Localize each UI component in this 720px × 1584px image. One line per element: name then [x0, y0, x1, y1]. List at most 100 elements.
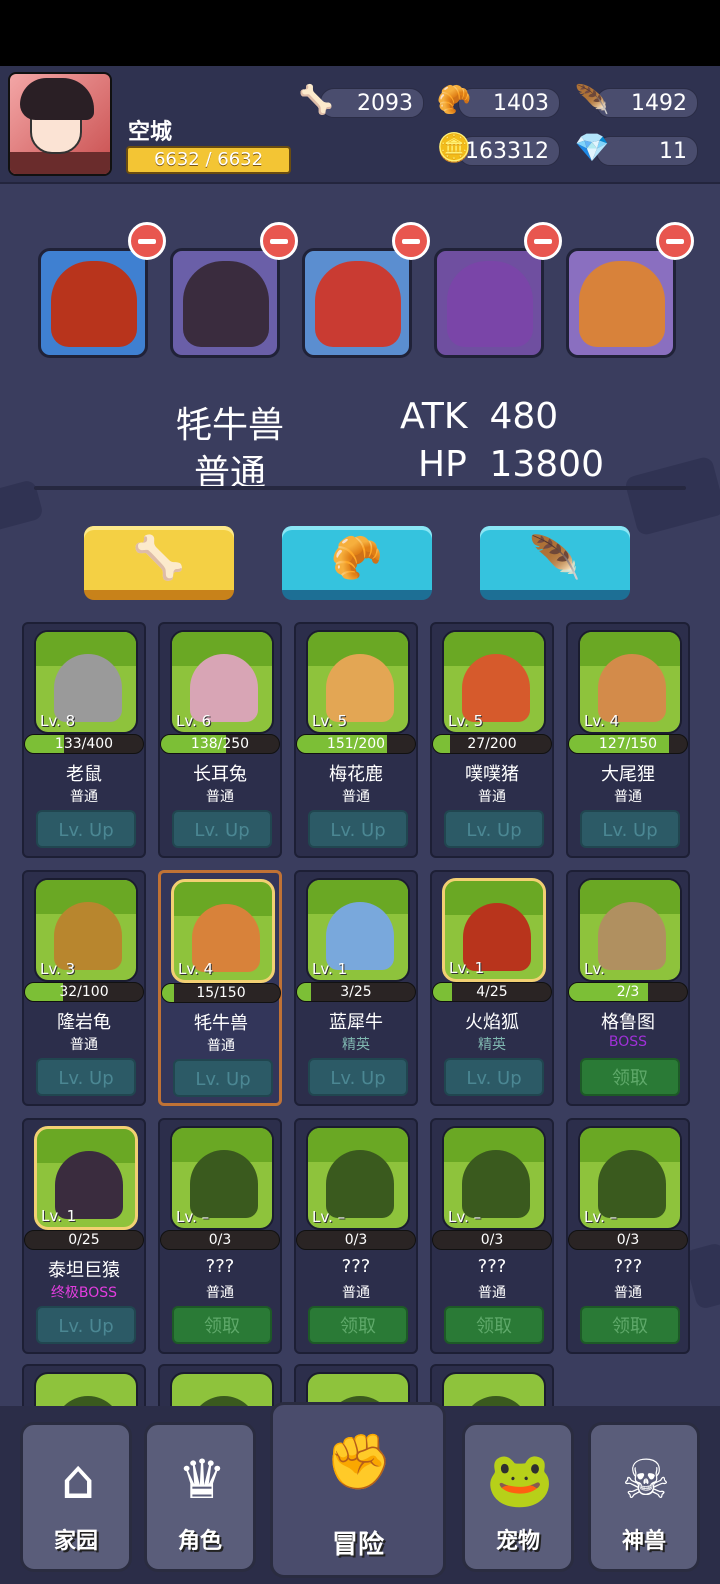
- bone-resource: 2093: [320, 88, 424, 118]
- pet-card[interactable]: Lv. 5 151/200 梅花鹿 普通 Lv. Up: [294, 622, 418, 858]
- feed-bone-button[interactable]: 🦴: [84, 526, 234, 600]
- pet-card[interactable]: Lv. 2/3 格鲁图 BOSS 领取: [566, 870, 690, 1106]
- remove-titan-ape-button[interactable]: [260, 222, 298, 260]
- pet-progress-bar: 27/200: [432, 734, 552, 754]
- remove-fire-fox-button[interactable]: [128, 222, 166, 260]
- feed-wing-button[interactable]: 🪶: [480, 526, 630, 600]
- pet-card[interactable]: Lv. 8 133/400 老鼠 普通 Lv. Up: [22, 622, 146, 858]
- pet-card[interactable]: Lv. 6 138/250 长耳兔 普通 Lv. Up: [158, 622, 282, 858]
- diamond-resource: 11: [596, 136, 698, 166]
- pet-progress-bar: 0/3: [296, 1230, 416, 1250]
- atk-label: ATK: [400, 396, 468, 437]
- pet-level: Lv. 6: [176, 712, 212, 730]
- pet-portrait: Lv. 4: [578, 630, 682, 734]
- pet-progress-text: 0/25: [68, 1232, 100, 1248]
- remove-purple-creature-button[interactable]: [524, 222, 562, 260]
- diamond-icon: 💎: [574, 131, 610, 164]
- game-screen: 空城 6632 / 6632 2093 🦴 1403 🥐 1492 🪶 1633…: [0, 66, 720, 1584]
- frog-icon: 🐸: [486, 1448, 554, 1511]
- remove-yak-button[interactable]: [656, 222, 694, 260]
- pet-portrait: Lv. –: [306, 1126, 410, 1230]
- pet-level: Lv. –: [312, 1208, 346, 1226]
- pet-card[interactable]: Lv. – 0/3??? 普通 领取: [566, 1118, 690, 1354]
- pet-portrait: Lv. 1: [34, 1126, 138, 1230]
- pet-level: Lv. 3: [40, 960, 76, 978]
- claim-button[interactable]: 领取: [308, 1306, 408, 1344]
- pet-progress-bar: 127/150: [568, 734, 688, 754]
- pet-portrait: Lv. –: [170, 1126, 274, 1230]
- pet-card[interactable]: Lv. – 0/3??? 普通 领取: [158, 1118, 282, 1354]
- feed-horn-button[interactable]: 🥐: [282, 526, 432, 600]
- pet-rank: 普通: [614, 789, 642, 805]
- pet-portrait: Lv. –: [578, 1126, 682, 1230]
- team-slot-yak[interactable]: [566, 248, 676, 358]
- nav-home[interactable]: ⌂ 家园: [20, 1422, 132, 1572]
- pet-progress-text: 133/400: [54, 736, 114, 752]
- claim-button[interactable]: 领取: [444, 1306, 544, 1344]
- claim-button[interactable]: 领取: [172, 1306, 272, 1344]
- pet-rank: 普通: [207, 1038, 235, 1054]
- nav-adventure[interactable]: ✊ 冒险: [270, 1402, 446, 1578]
- nav-pets[interactable]: 🐸 宠物: [462, 1422, 574, 1572]
- pet-progress-text: 151/200: [326, 736, 386, 752]
- level-up-button[interactable]: Lv. Up: [308, 810, 408, 848]
- team-pet-art: [51, 261, 137, 347]
- claim-button[interactable]: 领取: [580, 1306, 680, 1344]
- level-up-button[interactable]: Lv. Up: [444, 1058, 544, 1096]
- pet-card[interactable]: Lv. 3 32/100 隆岩龟 普通 Lv. Up: [22, 870, 146, 1106]
- level-up-button[interactable]: Lv. Up: [36, 810, 136, 848]
- level-up-button[interactable]: Lv. Up: [172, 810, 272, 848]
- pet-card[interactable]: Lv. 1 0/25 泰坦巨猿 终极BOSS Lv. Up: [22, 1118, 146, 1354]
- pet-rank: 普通: [614, 1285, 642, 1301]
- team-slot-purple-creature[interactable]: [434, 248, 544, 358]
- pet-portrait: Lv. 1: [442, 878, 546, 982]
- pet-name: 梅花鹿: [329, 764, 383, 785]
- team-slot-red-mantis[interactable]: [302, 248, 412, 358]
- claim-button[interactable]: 领取: [580, 1058, 680, 1096]
- pet-progress-text: 2/3: [616, 984, 640, 1000]
- pet-rank: 普通: [206, 1285, 234, 1301]
- horn-icon: 🥐: [330, 533, 384, 582]
- horn-count: 1403: [493, 91, 549, 116]
- pet-card[interactable]: Lv. – 0/3??? 普通 领取: [430, 1118, 554, 1354]
- nav-character[interactable]: ♛ 角色: [144, 1422, 256, 1572]
- pet-progress-text: 138/250: [190, 736, 250, 752]
- pet-name: 长耳兔: [193, 764, 247, 785]
- wing-icon: 🪶: [574, 83, 610, 116]
- pet-card[interactable]: Lv. 5 27/200 噗噗猪 普通 Lv. Up: [430, 622, 554, 858]
- nav-character-label: 角色: [177, 1529, 222, 1554]
- pet-level: Lv. 4: [584, 712, 620, 730]
- bone-icon: 🦴: [132, 533, 186, 582]
- pet-portrait: Lv. 8: [34, 630, 138, 734]
- wing-resource: 1492: [596, 88, 698, 118]
- pet-card[interactable]: Lv. 4 127/150 大尾狸 普通 Lv. Up: [566, 622, 690, 858]
- bone-count: 2093: [357, 91, 413, 116]
- mask-icon: ♛: [177, 1448, 227, 1511]
- gold-coin-icon: 🪙: [436, 131, 472, 164]
- pet-name: 隆岩龟: [57, 1012, 111, 1033]
- team-slot-fire-fox[interactable]: [38, 248, 148, 358]
- pet-card[interactable]: Lv. 4 15/150 牦牛兽 普通 Lv. Up: [158, 870, 282, 1106]
- level-up-button[interactable]: Lv. Up: [36, 1058, 136, 1096]
- pet-card[interactable]: Lv. 1 3/25 蓝犀牛 精英 Lv. Up: [294, 870, 418, 1106]
- pet-card[interactable]: Lv. 1 4/25 火焰狐 精英 Lv. Up: [430, 870, 554, 1106]
- pet-portrait: Lv. 3: [34, 878, 138, 982]
- pet-level: Lv. –: [176, 1208, 210, 1226]
- pet-rank: 普通: [478, 1285, 506, 1301]
- level-up-button[interactable]: Lv. Up: [580, 810, 680, 848]
- level-up-button[interactable]: Lv. Up: [444, 810, 544, 848]
- nav-divine-beast[interactable]: ☠ 神兽: [588, 1422, 700, 1572]
- pet-name: 格鲁图: [601, 1012, 655, 1033]
- pet-progress-bar: 0/3: [160, 1230, 280, 1250]
- team-slot-titan-ape[interactable]: [170, 248, 280, 358]
- player-avatar[interactable]: [8, 72, 112, 176]
- pet-card[interactable]: Lv. – 0/3??? 普通 领取: [294, 1118, 418, 1354]
- remove-red-mantis-button[interactable]: [392, 222, 430, 260]
- level-up-button[interactable]: Lv. Up: [36, 1306, 136, 1344]
- level-up-button[interactable]: Lv. Up: [308, 1058, 408, 1096]
- level-up-button[interactable]: Lv. Up: [173, 1059, 273, 1097]
- pet-level: Lv. 8: [40, 712, 76, 730]
- pet-rank: 精英: [478, 1037, 506, 1053]
- pet-name: 老鼠: [66, 764, 102, 785]
- pet-progress-bar: 32/100: [24, 982, 144, 1002]
